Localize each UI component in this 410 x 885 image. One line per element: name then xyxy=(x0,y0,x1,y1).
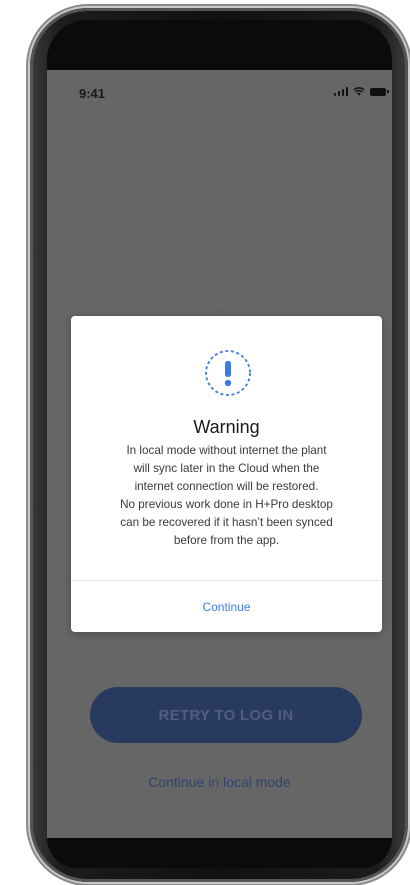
phone-bottom-bezel xyxy=(47,838,392,868)
app-screen: 9:41 ◌ RETRY TO LOG IN Continue in local… xyxy=(47,70,392,838)
dialog-message-line: No previous work done in H+Pro desktop xyxy=(120,498,333,511)
status-icons xyxy=(333,87,389,96)
phone-top-bezel xyxy=(47,20,392,70)
battery-icon xyxy=(370,87,389,96)
retry-login-button[interactable]: RETRY TO LOG IN xyxy=(90,687,362,743)
loading-spinner-icon: ◌ xyxy=(218,301,224,312)
dialog-message: In local mode without internet the plant… xyxy=(97,442,356,550)
device-mockup: 9:41 ◌ RETRY TO LOG IN Continue in local… xyxy=(0,0,410,885)
wifi-icon xyxy=(353,87,365,96)
dialog-continue-button[interactable]: Continue xyxy=(71,581,382,632)
status-time: 9:41 xyxy=(79,86,106,101)
warning-dialog: Warning In local mode without internet t… xyxy=(71,316,382,632)
continue-local-mode-link[interactable]: Continue in local mode xyxy=(47,774,392,790)
dialog-message-line: In local mode without internet the plant xyxy=(126,444,327,457)
cellular-signal-icon xyxy=(333,87,348,96)
retry-login-label: RETRY TO LOG IN xyxy=(158,706,294,724)
dialog-message-line: before from the app. xyxy=(173,534,280,547)
dialog-message-line: internet connection will be restored. xyxy=(134,480,319,493)
warning-icon xyxy=(205,350,251,396)
dialog-message-line: will sync later in the Cloud when the xyxy=(133,462,320,475)
dialog-title: Warning xyxy=(193,417,260,437)
dialog-message-line: can be recovered if it hasn’t been synce… xyxy=(120,516,333,529)
